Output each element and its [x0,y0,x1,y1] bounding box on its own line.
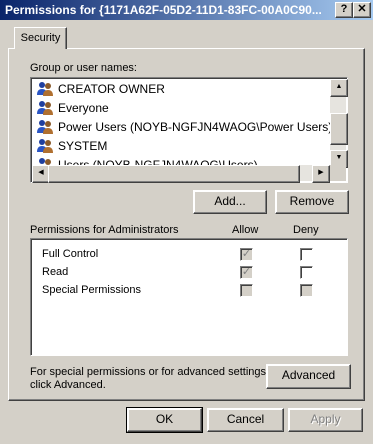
deny-checkbox[interactable] [300,266,313,279]
user-name: SYSTEM [58,139,108,153]
window-title: Permissions for {1171A62F-05D2-11D1-83FC… [5,3,322,17]
user-list[interactable]: CREATOR OWNER Everyone Power Users (NOYB-N… [30,77,348,183]
users-group-icon [36,100,54,116]
allow-checkbox[interactable] [240,284,253,297]
close-button[interactable]: ✕ [353,2,371,18]
users-group-icon [36,138,54,154]
scroll-thumb[interactable] [330,113,348,145]
allow-checkbox[interactable]: ✓ [240,266,253,279]
user-name: Everyone [58,101,109,115]
group-label: Group or user names: [30,62,137,74]
user-name: Power Users (NOYB-NGFJN4WAOG\Power Users… [58,120,330,134]
deny-checkbox[interactable] [300,284,313,297]
advanced-hint-line2: click Advanced. [30,379,106,391]
permission-row: Read ✓ [31,264,349,282]
vertical-scrollbar[interactable]: ▲ ▼ [330,79,348,168]
allow-header: Allow [232,224,259,236]
help-button[interactable]: ? [335,2,353,18]
ok-button[interactable]: OK [126,407,203,433]
permissions-header: Permissions for Administrators [30,224,179,236]
permissions-list: Full Control ✓ Read ✓ Special Permissions [30,238,348,356]
users-group-icon [36,119,54,135]
permission-row: Special Permissions [31,282,349,300]
permission-name: Special Permissions [42,284,142,296]
users-group-icon [36,81,54,97]
cancel-button[interactable]: Cancel [207,408,284,432]
title-bar[interactable]: Permissions for {1171A62F-05D2-11D1-83FC… [0,0,373,20]
allow-checkbox[interactable]: ✓ [240,248,253,261]
scroll-up-icon[interactable]: ▲ [330,79,348,97]
scroll-corner [330,165,346,181]
permission-name: Full Control [42,248,99,260]
advanced-hint-line1: For special permissions or for advanced … [30,366,270,378]
scroll-right-icon[interactable]: ▶ [312,165,330,183]
remove-button[interactable]: Remove [275,190,349,214]
permission-name: Read [42,266,69,278]
permission-row: Full Control ✓ [31,246,349,264]
deny-header: Deny [293,224,319,236]
horizontal-scrollbar[interactable]: ◀ ▶ [32,165,330,183]
advanced-button[interactable]: Advanced [266,364,351,389]
add-button[interactable]: Add... [193,190,267,214]
deny-checkbox[interactable] [300,248,313,261]
tab-security[interactable]: Security [14,27,67,49]
user-name: CREATOR OWNER [58,82,165,96]
apply-button[interactable]: Apply [288,408,363,432]
scroll-hthumb[interactable] [48,165,300,183]
